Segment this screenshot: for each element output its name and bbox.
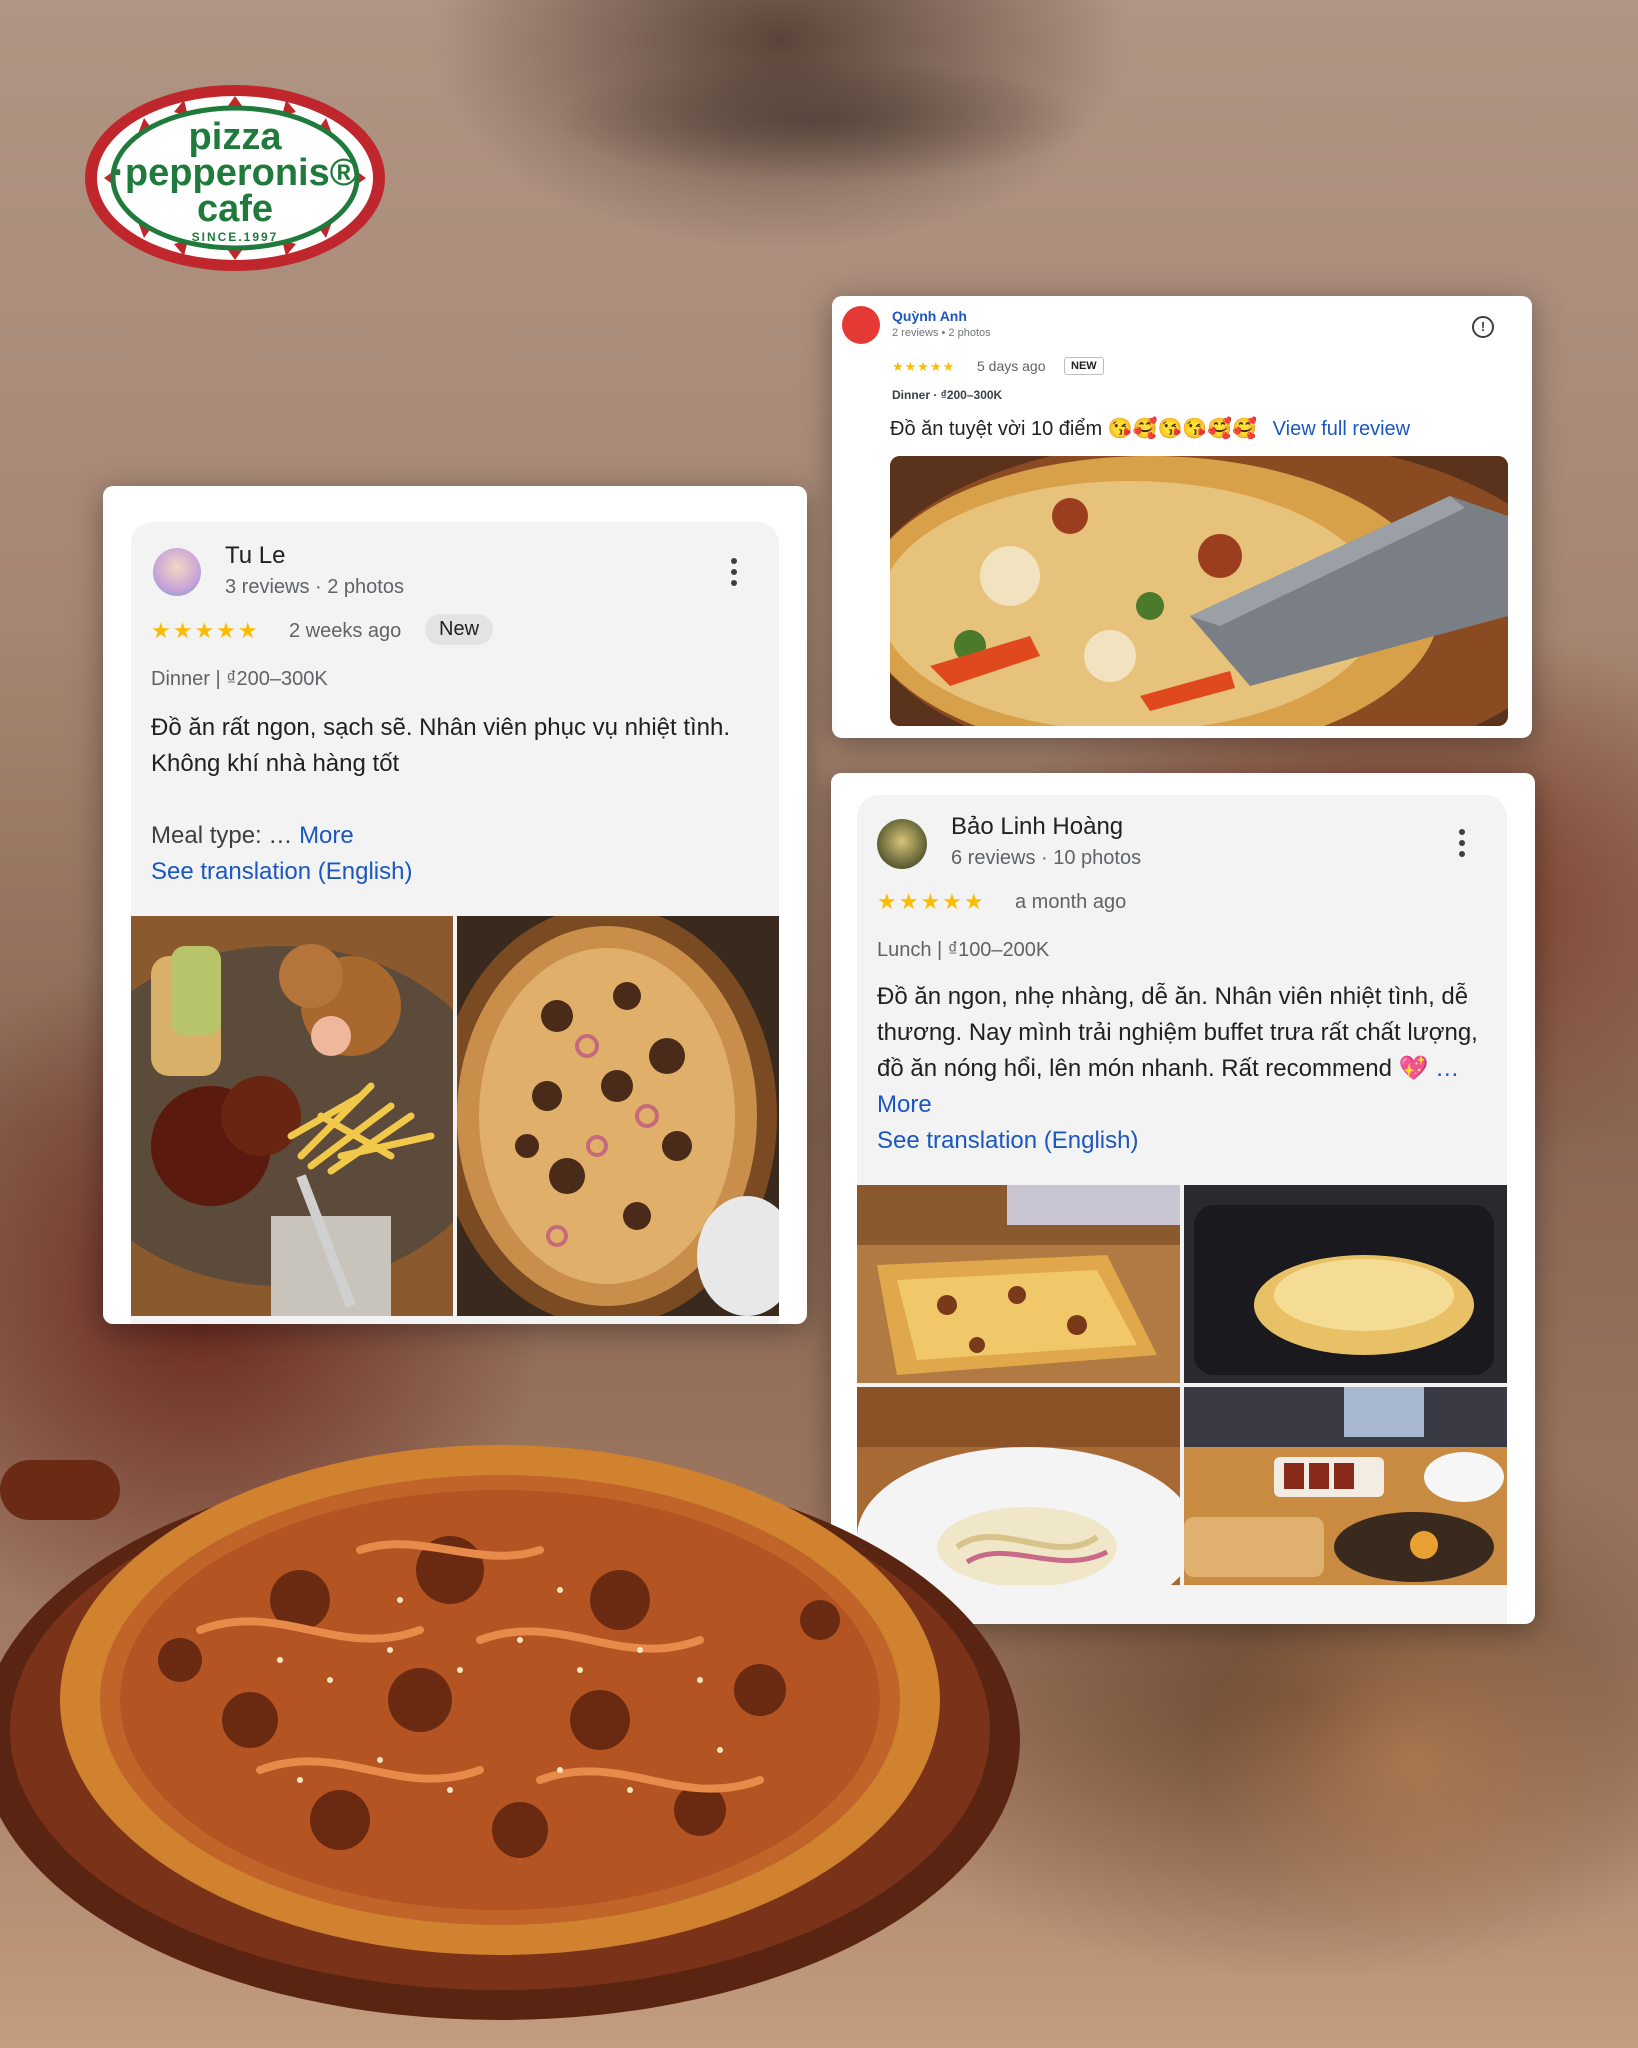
meal-price: Lunch | ₫100–200K <box>877 939 1050 961</box>
reviewer-name[interactable]: Bảo Linh Hoàng <box>951 813 1123 841</box>
reviewer-name[interactable]: Tu Le <box>225 542 285 570</box>
review-date: 5 days ago <box>977 358 1046 374</box>
fried-chicken-platter-art <box>131 916 453 1316</box>
review-text-content: Đồ ăn ngon, nhẹ nhàng, dễ ăn. Nhân viên … <box>877 983 1478 1082</box>
featured-pizza-image <box>0 1445 1020 2020</box>
review-photo-2[interactable] <box>457 916 779 1316</box>
more-options-icon[interactable] <box>731 558 739 591</box>
brand-logo: pizza ·pepperonis® cafe SINCE.1997 <box>84 84 386 272</box>
see-translation-link[interactable]: See translation (English) <box>877 1123 1138 1159</box>
avatar[interactable] <box>877 819 927 869</box>
review-photo-2[interactable] <box>1184 1185 1507 1383</box>
avatar[interactable] <box>842 306 880 344</box>
view-full-review-link[interactable]: View full review <box>1273 418 1410 440</box>
review-card-quynh-anh: Quỳnh Anh 2 reviews • 2 photos ! ★★★★★ 5… <box>832 296 1532 738</box>
review-photo-1[interactable] <box>857 1185 1180 1383</box>
rating-stars: ★★★★★ <box>877 889 986 914</box>
review-date: 2 weeks ago <box>289 620 402 642</box>
review-text-content: Đồ ăn tuyệt vời 10 điểm 😘🥰😘😘🥰🥰 <box>890 418 1258 440</box>
meal-price: Dinner | ₫200–300K <box>151 668 328 690</box>
see-translation-link[interactable]: See translation (English) <box>151 854 412 890</box>
review-photo-1[interactable] <box>131 916 453 1316</box>
review-photo-4[interactable] <box>1184 1387 1507 1585</box>
review-text: Đồ ăn rất ngon, sạch sẽ. Nhân viên phục … <box>151 714 731 777</box>
rating-stars: ★★★★★ <box>892 359 956 374</box>
review-photo[interactable] <box>890 456 1508 726</box>
review-inner: Tu Le 3 reviews · 2 photos ★★★★★ 2 weeks… <box>131 522 779 1324</box>
info-icon[interactable]: ! <box>1472 316 1494 338</box>
new-badge: NEW <box>1064 357 1104 375</box>
flatbread-photo-art <box>857 1185 1180 1383</box>
rating-stars: ★★★★★ <box>151 618 260 643</box>
review-date: a month ago <box>1015 891 1127 913</box>
reviewer-meta: 2 reviews • 2 photos <box>892 327 991 339</box>
meal-type-line: Meal type: … More <box>151 818 354 854</box>
review-text: Đồ ăn ngon, nhẹ nhàng, dễ ăn. Nhân viên … <box>877 979 1487 1123</box>
reviewer-meta: 6 reviews · 10 photos <box>951 847 1142 869</box>
meal-type-label: Meal type: … <box>151 822 300 849</box>
beef-pizza-photo-art <box>457 916 779 1316</box>
table-dishes-photo-art <box>1184 1387 1507 1585</box>
lasagna-photo-art <box>1184 1185 1507 1383</box>
avatar[interactable] <box>153 548 201 596</box>
meal-price: Dinner · ₫200–300K <box>892 388 1003 402</box>
pizza-photo-art <box>890 456 1508 726</box>
logo-line-cafe: cafe <box>196 188 274 230</box>
reviewer-name[interactable]: Quỳnh Anh <box>892 308 967 324</box>
new-badge: New <box>425 614 494 645</box>
logo-line-since: SINCE.1997 <box>191 230 279 244</box>
more-link[interactable]: More <box>299 822 354 849</box>
review-text: Đồ ăn tuyệt vời 10 điểm 😘🥰😘😘🥰🥰 View full… <box>890 416 1410 441</box>
reviewer-meta: 3 reviews · 2 photos <box>225 576 404 598</box>
more-options-icon[interactable] <box>1459 829 1467 862</box>
review-card-tu-le: Tu Le 3 reviews · 2 photos ★★★★★ 2 weeks… <box>103 486 807 1324</box>
background-ceiling-fan <box>440 0 1200 300</box>
